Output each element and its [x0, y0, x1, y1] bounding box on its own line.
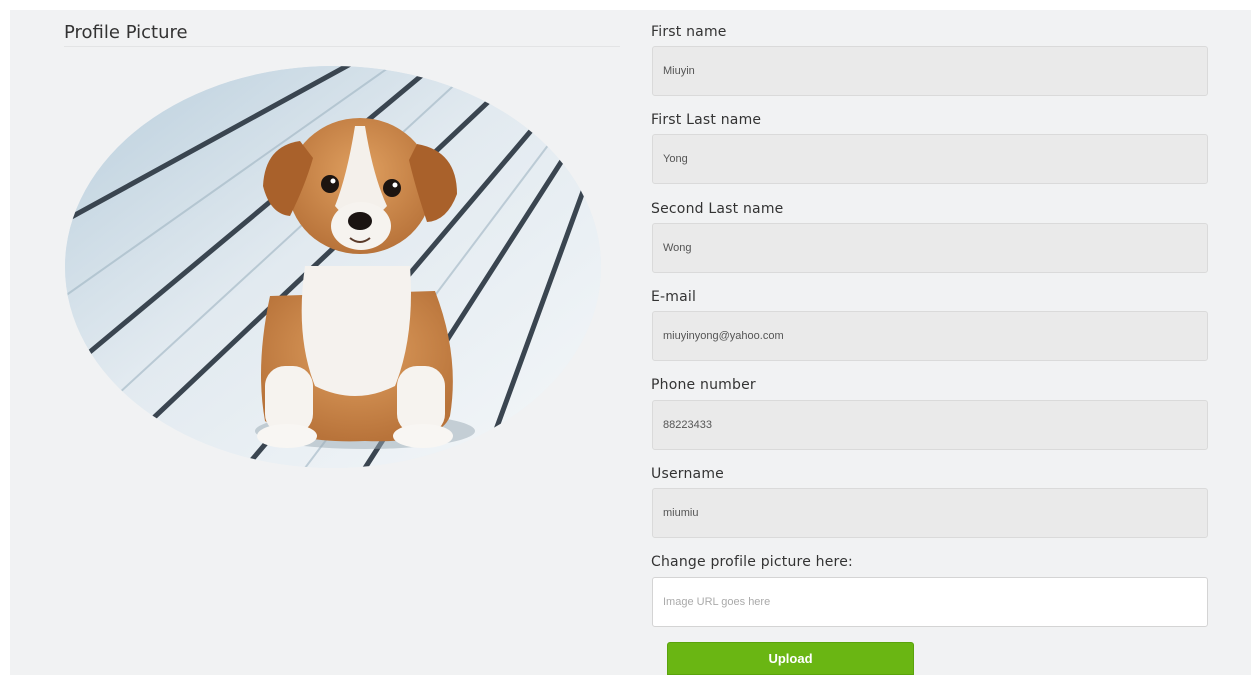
section-title: Profile Picture	[64, 22, 188, 43]
first-last-name-label: First Last name	[651, 112, 762, 128]
profile-form: First name First Last name Second Last n…	[651, 10, 1211, 675]
email-input[interactable]	[652, 311, 1208, 361]
profile-picture-panel: Profile Picture	[10, 10, 622, 675]
username-input[interactable]	[652, 488, 1208, 538]
first-last-name-input[interactable]	[652, 134, 1208, 184]
picture-url-input[interactable]	[652, 577, 1208, 627]
username-label: Username	[651, 466, 724, 482]
phone-input[interactable]	[652, 400, 1208, 450]
divider	[64, 46, 620, 47]
picture-url-label: Change profile picture here:	[651, 554, 853, 570]
profile-page: Profile Picture First name Miuyin First …	[10, 10, 1251, 675]
first-name-input[interactable]	[652, 46, 1208, 96]
phone-label: Phone number	[651, 377, 756, 393]
first-name-label: First name	[651, 24, 727, 40]
second-last-name-label: Second Last name	[651, 201, 784, 217]
email-label: E-mail	[651, 289, 697, 305]
second-last-name-input[interactable]	[652, 223, 1208, 273]
puppy-photo-icon	[65, 66, 601, 468]
upload-button[interactable]: Upload	[667, 642, 914, 675]
profile-picture	[65, 66, 601, 468]
